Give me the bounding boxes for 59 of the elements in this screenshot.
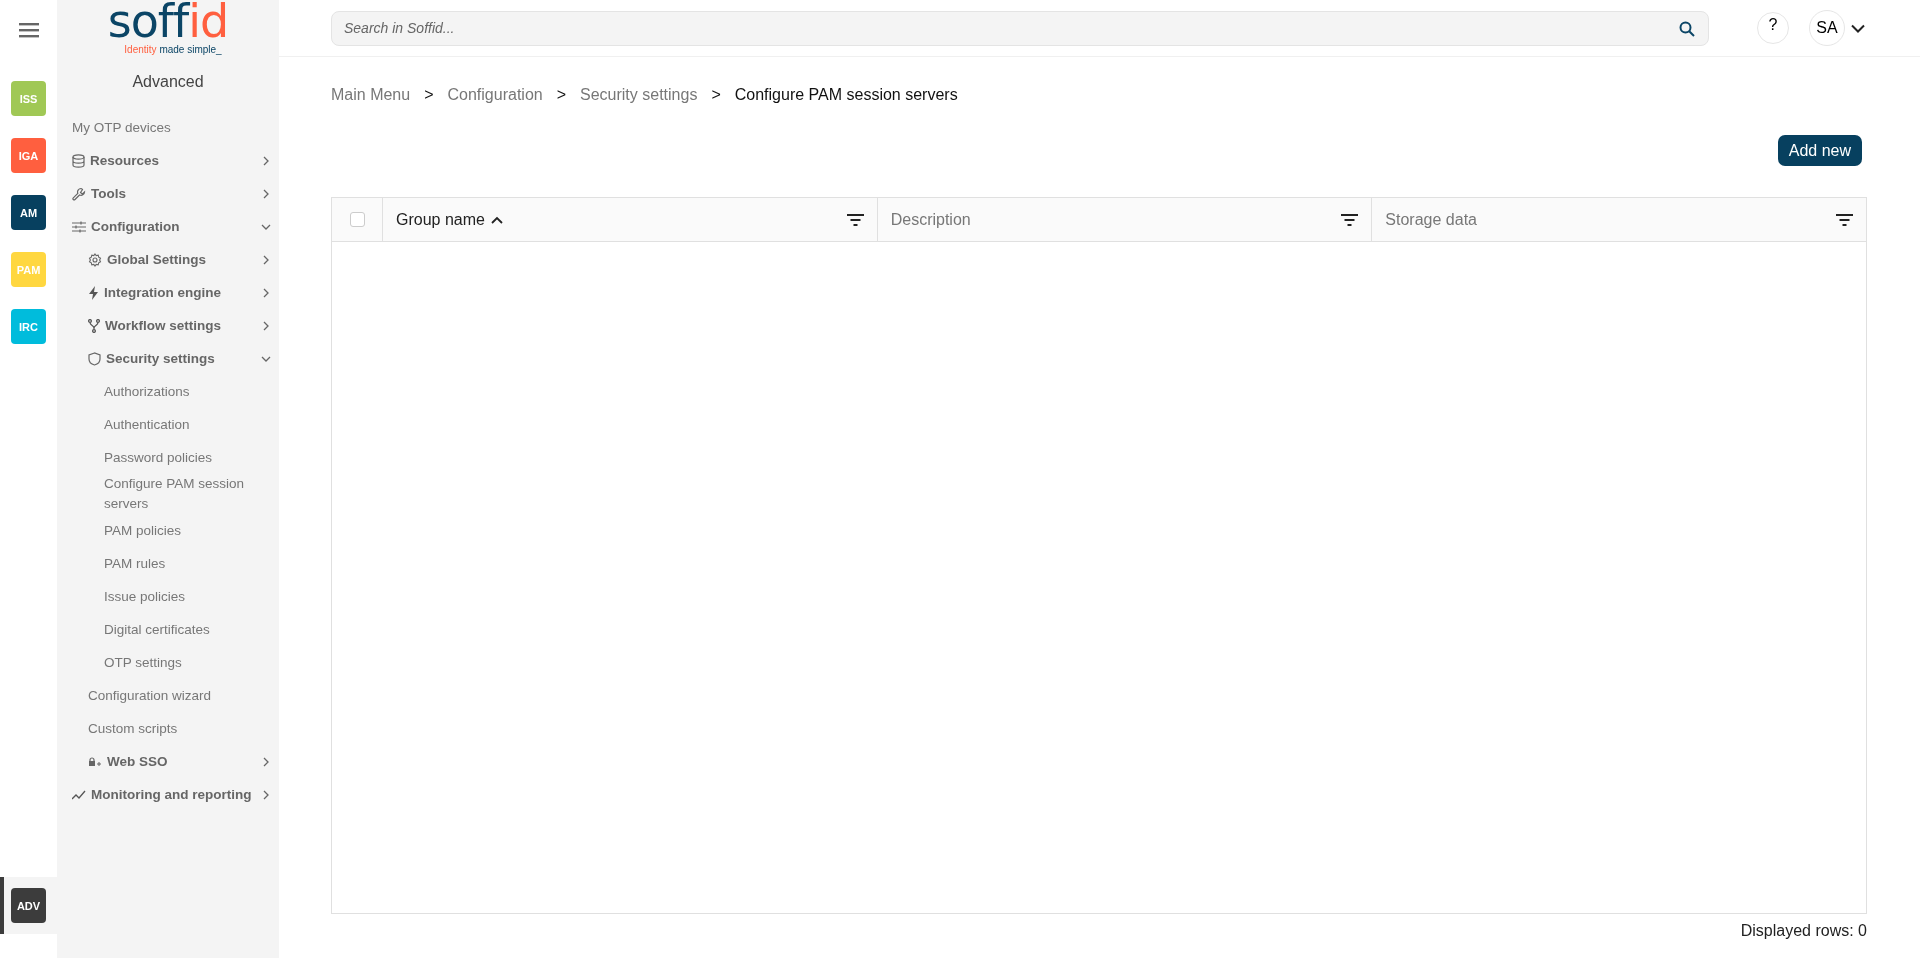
wrench-icon [72, 186, 86, 201]
menu-item[interactable]: OTP settings [57, 646, 279, 679]
menu-item[interactable]: Web SSO [57, 745, 279, 778]
filter-icon[interactable] [1836, 213, 1853, 226]
menu-item[interactable]: Monitoring and reporting [57, 778, 279, 811]
caret-icon[interactable] [1851, 23, 1865, 33]
add-new-button[interactable]: Add new [1777, 135, 1862, 166]
menu-item[interactable]: PAM policies [57, 514, 279, 547]
menu-item[interactable]: Integration engine [57, 276, 279, 309]
help-button[interactable]: ? [1757, 12, 1789, 44]
shield-icon [88, 351, 101, 366]
sort-ascending-icon[interactable] [490, 215, 503, 224]
menu-item[interactable]: Custom scripts [57, 712, 279, 745]
search-icon[interactable] [1679, 20, 1695, 37]
menu-icon[interactable] [18, 22, 39, 38]
module-tab[interactable]: ADV [0, 877, 57, 934]
breadcrumb-separator: > [556, 86, 566, 104]
user-avatar[interactable]: SA [1809, 10, 1845, 46]
menu-item[interactable]: Password policies [57, 441, 279, 474]
filter-icon[interactable] [846, 213, 864, 226]
menu-item[interactable]: Authorizations [57, 375, 279, 408]
column-header[interactable]: Description [890, 210, 971, 229]
displayed-rows-count: Displayed rows: 0 [1740, 922, 1867, 940]
logo: soffid [107, 0, 229, 42]
search-field[interactable]: Search in Soffid... [331, 10, 1709, 46]
menu-item[interactable]: Digital certificates [57, 613, 279, 646]
breadcrumb-current: Configure PAM session servers [734, 86, 958, 104]
database-icon [72, 153, 85, 168]
breadcrumb-separator: > [711, 86, 721, 104]
menu-item[interactable]: My OTP devices [57, 111, 279, 144]
logo-tagline: Identity made simple_ [123, 44, 222, 55]
menu-item[interactable]: Workflow settings [57, 309, 279, 342]
menu-item[interactable]: Resources [57, 144, 279, 177]
column-header[interactable]: Storage data [1385, 210, 1477, 229]
menu-item[interactable]: Global Settings [57, 243, 279, 276]
filter-icon[interactable] [1341, 213, 1359, 226]
lightning-icon [88, 285, 99, 300]
trend-line-icon [72, 789, 86, 800]
menu-item[interactable]: Security settings [57, 342, 279, 375]
select-all-checkbox[interactable] [349, 212, 365, 227]
breadcrumb-link[interactable]: Main Menu [331, 86, 411, 104]
sliders-icon [72, 220, 86, 233]
menu-item[interactable]: Configuration [57, 210, 279, 243]
menu-item[interactable]: Configure PAM session servers [57, 474, 279, 514]
breadcrumb-link[interactable]: Configuration [447, 86, 543, 104]
menu-item[interactable]: Configuration wizard [57, 679, 279, 712]
menu-item[interactable]: Authentication [57, 408, 279, 441]
menu-item[interactable]: PAM rules [57, 547, 279, 580]
lock-icon [88, 756, 102, 767]
settings-icon [88, 252, 102, 267]
breadcrumb-separator: > [424, 86, 434, 104]
module-tab[interactable]: AM [0, 184, 57, 241]
fork-icon [88, 318, 100, 333]
menu-item[interactable]: Issue policies [57, 580, 279, 613]
module-tab[interactable]: IGA [0, 127, 57, 184]
breadcrumb-link[interactable]: Security settings [580, 86, 698, 104]
sidebar-title: Advanced [131, 73, 205, 91]
column-header[interactable]: Group name [396, 210, 485, 229]
menu-item[interactable]: Tools [57, 177, 279, 210]
